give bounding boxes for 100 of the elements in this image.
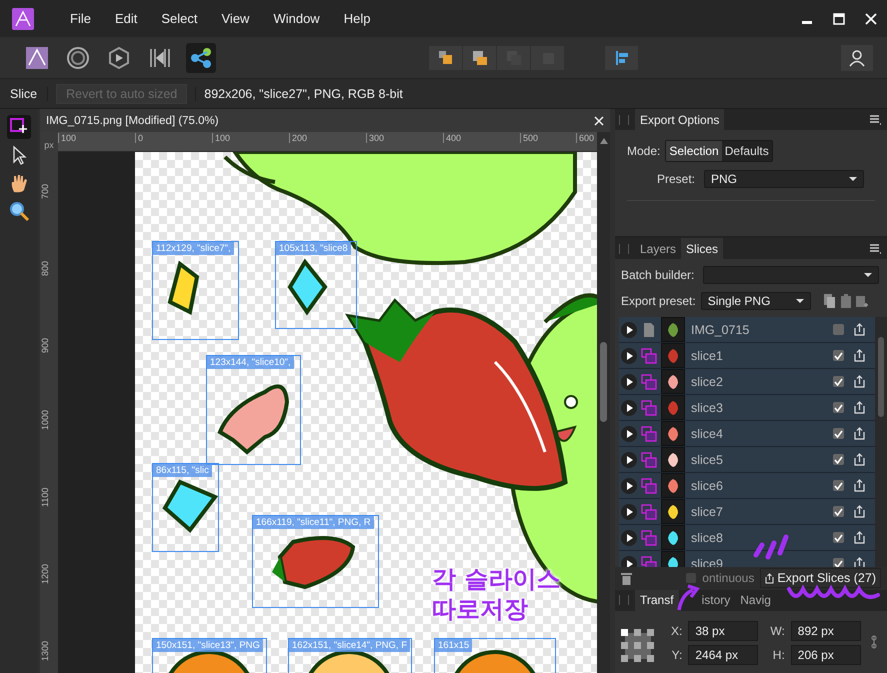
thumbnail xyxy=(661,395,685,420)
ruler-label: 300 xyxy=(366,133,384,143)
paste-new-icon[interactable] xyxy=(856,294,868,308)
panel-tab[interactable]: Slices xyxy=(681,238,724,260)
ruler-label: 1200 xyxy=(40,564,50,584)
slice-row[interactable]: slice8 xyxy=(619,525,875,552)
menu-item[interactable]: Select xyxy=(149,11,210,26)
paste-icon[interactable] xyxy=(840,294,851,308)
checkbox[interactable] xyxy=(833,506,844,518)
mode-option[interactable]: Selection xyxy=(666,141,722,162)
expand-icon[interactable] xyxy=(621,530,637,546)
ruler-label: 1300 xyxy=(40,640,50,661)
checkbox[interactable] xyxy=(833,376,844,388)
panel-tab[interactable]: Export Options xyxy=(635,109,724,130)
panel-menu-icon[interactable] xyxy=(870,115,881,125)
checkbox[interactable] xyxy=(833,428,844,440)
slice-row[interactable]: slice1 xyxy=(619,343,875,370)
slice-row[interactable]: slice3 xyxy=(619,395,875,422)
checkbox[interactable] xyxy=(833,350,844,362)
slice-icon xyxy=(641,426,657,442)
menu-item[interactable]: File xyxy=(58,11,103,26)
slice-name: slice8 xyxy=(691,530,724,545)
scrollbar[interactable] xyxy=(597,152,610,673)
scroll-up-icon[interactable] xyxy=(600,138,608,144)
transform-field[interactable]: 2464 px xyxy=(688,645,758,666)
field-label: X: xyxy=(671,624,682,638)
expand-icon[interactable] xyxy=(621,400,637,416)
preset-label: Preset: xyxy=(657,172,696,186)
checkbox[interactable] xyxy=(833,558,844,568)
menu-item[interactable]: Help xyxy=(332,11,382,26)
expand-icon[interactable] xyxy=(621,348,637,364)
field-label: W: xyxy=(770,624,785,638)
expand-icon[interactable] xyxy=(621,452,637,468)
slice-icon xyxy=(641,530,657,546)
export-preset-dropdown[interactable]: Single PNG xyxy=(700,292,811,310)
transform-field[interactable]: 38 px xyxy=(688,621,758,642)
menu-item[interactable]: View xyxy=(210,11,262,26)
expand-icon[interactable] xyxy=(621,478,637,494)
panel-tab[interactable]: Navig xyxy=(735,590,776,612)
export-icon[interactable] xyxy=(854,375,865,388)
panel-menu-icon[interactable] xyxy=(870,244,881,254)
slice-row[interactable]: slice6 xyxy=(619,473,875,500)
expand-icon[interactable] xyxy=(621,426,637,442)
tool-name: Slice xyxy=(0,86,48,100)
continuous-checkbox[interactable] xyxy=(686,573,696,584)
transform-field[interactable]: 206 px xyxy=(790,645,861,666)
export-icon[interactable] xyxy=(854,401,865,414)
slice-label: 150x151, "slice13", PNG xyxy=(153,639,263,652)
slice-name: slice5 xyxy=(691,452,724,467)
arrange-front-icon[interactable] xyxy=(429,46,462,70)
checkbox[interactable] xyxy=(833,532,844,544)
panel-tab[interactable]: Layers xyxy=(635,238,682,260)
share-icon[interactable] xyxy=(186,42,216,72)
thumbnail xyxy=(661,343,685,368)
slice-row[interactable]: slice7 xyxy=(619,499,875,526)
panel-tab[interactable]: Transf xyxy=(635,590,679,612)
export-icon[interactable] xyxy=(854,557,865,568)
link-icon[interactable] xyxy=(870,635,877,650)
slice-name: slice3 xyxy=(691,400,724,415)
arrange-forward-icon[interactable] xyxy=(463,46,496,70)
close-icon[interactable] xyxy=(594,116,604,126)
ruler-label: 700 xyxy=(40,184,50,199)
menu-item[interactable]: Edit xyxy=(102,11,150,26)
checkbox[interactable] xyxy=(833,402,844,414)
expand-icon[interactable] xyxy=(621,322,637,338)
expand-icon[interactable] xyxy=(621,504,637,520)
export-icon[interactable] xyxy=(854,505,865,518)
copy-icon[interactable] xyxy=(824,294,836,308)
slice-row[interactable]: slice4 xyxy=(619,421,875,448)
panel-tab[interactable]: istory xyxy=(696,590,736,612)
expand-icon[interactable] xyxy=(621,374,637,390)
slice-tool-icon[interactable] xyxy=(7,115,31,139)
thumbnail xyxy=(661,473,685,498)
slice-icon xyxy=(641,556,657,568)
transform-field[interactable]: 892 px xyxy=(790,621,861,642)
document-title[interactable]: IMG_0715.png [Modified] (75.0%) xyxy=(46,114,219,126)
align-left-icon[interactable] xyxy=(605,46,638,70)
checkbox[interactable] xyxy=(833,324,844,336)
slice-icon xyxy=(641,504,657,520)
trash-icon[interactable] xyxy=(621,572,632,585)
export-icon[interactable] xyxy=(854,479,865,492)
export-icon[interactable] xyxy=(854,427,865,440)
maximize-icon[interactable] xyxy=(832,12,846,26)
anchor-grid-icon[interactable] xyxy=(621,629,655,664)
menu-item[interactable]: Window xyxy=(261,11,332,26)
checkbox[interactable] xyxy=(833,454,844,466)
mode-option[interactable]: Defaults xyxy=(722,141,772,162)
export-icon[interactable] xyxy=(854,453,865,466)
export-icon[interactable] xyxy=(854,531,865,544)
export-icon[interactable] xyxy=(854,323,865,336)
user-icon[interactable] xyxy=(841,44,873,70)
export-icon[interactable] xyxy=(854,349,865,362)
zoom-icon[interactable] xyxy=(7,199,31,223)
slice-row[interactable]: slice5 xyxy=(619,447,875,474)
preset-dropdown[interactable]: PNG xyxy=(704,170,864,188)
checkbox[interactable] xyxy=(833,480,844,492)
ruler-label: 500 xyxy=(520,133,538,143)
slice-row[interactable]: IMG_0715 xyxy=(619,317,875,344)
slice-row[interactable]: slice2 xyxy=(619,369,875,396)
export-slices-button[interactable]: Export Slices (27) xyxy=(760,568,881,588)
